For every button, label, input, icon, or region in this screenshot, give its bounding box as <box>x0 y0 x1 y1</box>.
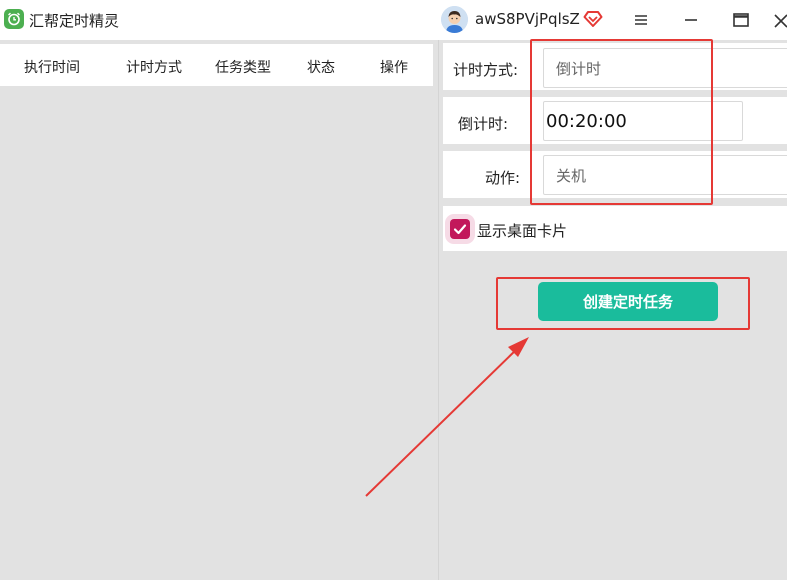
annotation-arrow-icon <box>365 337 529 497</box>
